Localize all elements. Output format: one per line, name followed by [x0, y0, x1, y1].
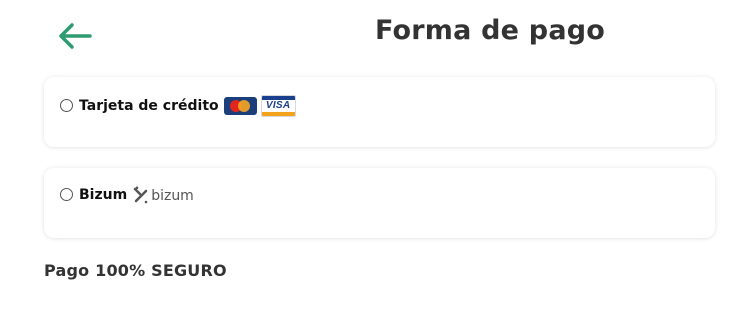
- bizum-option[interactable]: Bizum bizum: [60, 186, 194, 204]
- bizum-radio[interactable]: [60, 187, 73, 201]
- credit-card-option[interactable]: Tarjeta de crédito VISA: [60, 95, 296, 117]
- bizum-icon: [133, 186, 148, 204]
- visa-logo: VISA: [260, 95, 296, 117]
- bizum-logo: bizum: [133, 186, 194, 204]
- page-title: Forma de pago: [374, 15, 606, 46]
- secure-payment-text: Pago 100% SEGURO: [44, 261, 227, 280]
- back-button[interactable]: [56, 20, 94, 52]
- credit-card-label: Tarjeta de crédito: [79, 98, 219, 114]
- credit-card-radio[interactable]: [60, 98, 73, 112]
- payment-option-card-credit: Tarjeta de crédito VISA: [44, 77, 715, 147]
- bizum-label: Bizum: [79, 187, 128, 203]
- arrow-left-icon: [59, 23, 92, 49]
- bizum-logo-text: bizum: [151, 188, 194, 204]
- payment-option-card-bizum: Bizum bizum: [44, 168, 715, 238]
- mastercard-logo: [223, 97, 257, 115]
